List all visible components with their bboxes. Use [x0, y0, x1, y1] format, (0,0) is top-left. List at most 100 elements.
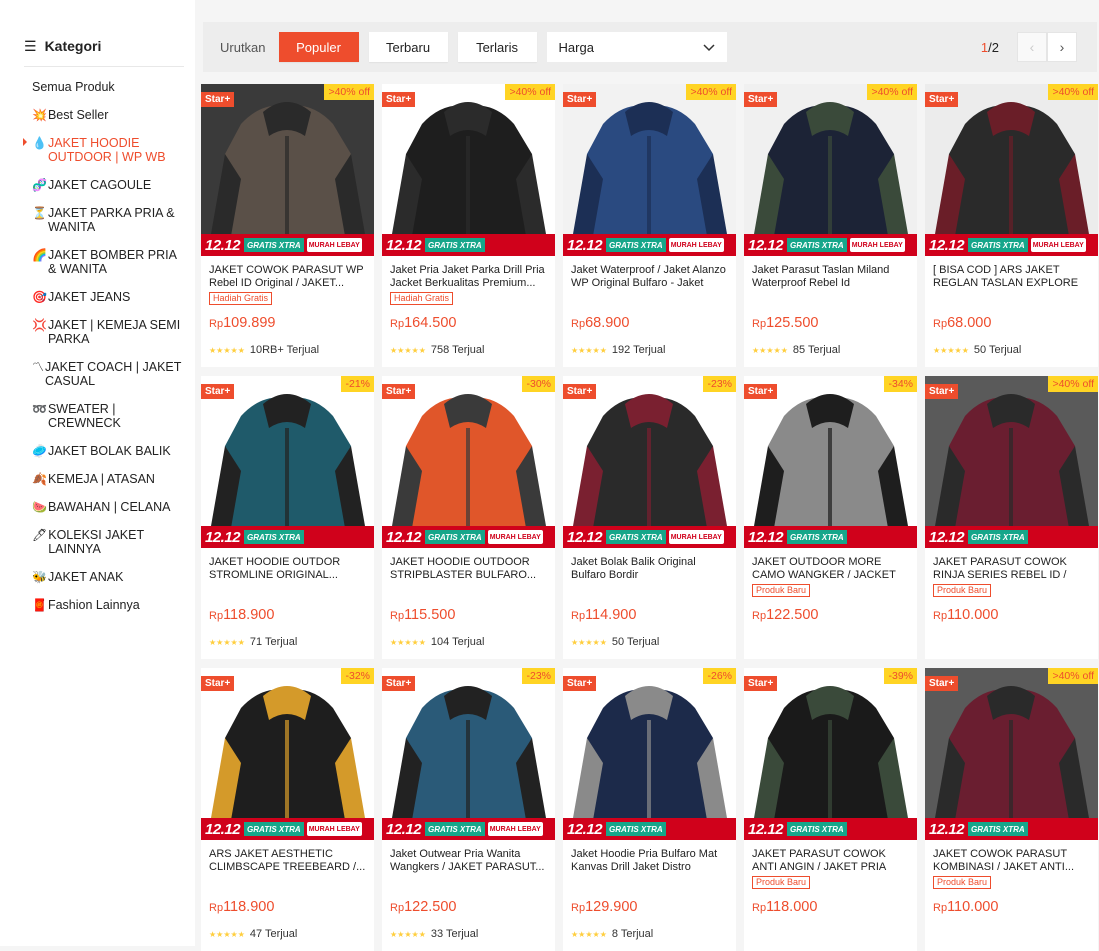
price-value: 115.500 [404, 607, 456, 623]
product-image[interactable]: Star+ >40% off 12.12 GRATIS XTRA [925, 376, 1098, 548]
product-name[interactable]: Jaket Outwear Pria Wanita Wangkers / JAK… [390, 848, 548, 874]
product-name[interactable]: Jaket Pria Jaket Parka Drill Pria Jacket… [390, 264, 548, 290]
product-card[interactable]: Star+ -30% 12.12 GRATIS XTRA MURAH LEBAY JAKE… [382, 376, 555, 659]
product-image[interactable]: Star+ >40% off 12.12 GRATIS XTRA MURAH LEBAY [563, 84, 736, 256]
product-name[interactable]: JAKET COWOK PARASUT KOMBINASI / JAKET AN… [933, 848, 1091, 874]
price-value: 122.500 [766, 607, 819, 623]
product-image[interactable]: Star+ >40% off 12.12 GRATIS XTRA [925, 668, 1098, 840]
product-card[interactable]: Star+ >40% off 12.12 GRATIS XTRA JAKET COWOK… [925, 668, 1098, 951]
product-tag: Hadiah Gratis [390, 292, 454, 305]
sidebar-item[interactable]: 🍂 KEMEJA | ATASAN [32, 472, 182, 486]
sidebar-item[interactable]: 🖊 KOLEKSI JAKET LAINNYA [32, 528, 182, 556]
product-name[interactable]: JAKET PARASUT COWOK ANTI ANGIN / JAKET P… [752, 848, 910, 874]
product-name[interactable]: Jaket Parasut Taslan Miland Waterproof R… [752, 264, 910, 290]
product-image[interactable]: Star+ -23% 12.12 GRATIS XTRA MURAH LEBAY [382, 668, 555, 840]
product-image[interactable]: Star+ -21% 12.12 GRATIS XTRA [201, 376, 374, 548]
product-card[interactable]: Star+ >40% off 12.12 GRATIS XTRA JAKET PARAS… [925, 376, 1098, 659]
promo-1212-label: 12.12 [748, 528, 784, 546]
product-card[interactable]: Star+ -32% 12.12 GRATIS XTRA MURAH LEBAY ARS … [201, 668, 374, 951]
product-card[interactable]: Star+ -23% 12.12 GRATIS XTRA MURAH LEBAY Jake… [563, 376, 736, 659]
next-page-button[interactable]: › [1047, 32, 1077, 62]
product-image[interactable]: Star+ -34% 12.12 GRATIS XTRA [744, 376, 917, 548]
sidebar-item[interactable]: 🧬 JAKET CAGOULE [32, 178, 182, 192]
gratis-xtra-badge: GRATIS XTRA [425, 530, 485, 544]
product-name[interactable]: JAKET PARASUT COWOK RINJA SERIES REBEL I… [933, 556, 1091, 582]
product-image[interactable]: Star+ -39% 12.12 GRATIS XTRA [744, 668, 917, 840]
gratis-xtra-badge: GRATIS XTRA [968, 238, 1028, 252]
sidebar-item[interactable]: ➿ SWEATER | CREWNECK [32, 402, 182, 430]
product-card[interactable]: Star+ -39% 12.12 GRATIS XTRA JAKET PARASUT C… [744, 668, 917, 951]
sidebar-item[interactable]: 🎯 JAKET JEANS [32, 290, 182, 304]
jacket-illustration [744, 84, 917, 256]
product-card[interactable]: Star+ -23% 12.12 GRATIS XTRA MURAH LEBAY Jake… [382, 668, 555, 951]
star-rating-icon: ★★★★★ [390, 345, 426, 355]
star-rating-icon: ★★★★★ [209, 345, 245, 355]
product-card[interactable]: Star+ -34% 12.12 GRATIS XTRA JAKET OUTDOOR M… [744, 376, 917, 659]
sidebar-item[interactable]: 🐝 JAKET ANAK [32, 570, 182, 584]
sidebar-item[interactable]: 💥 Best Seller [32, 108, 182, 122]
product-card[interactable]: Star+ -26% 12.12 GRATIS XTRA Jaket Hoodie Pr… [563, 668, 736, 951]
star-plus-badge: Star+ [563, 384, 597, 399]
sidebar-item[interactable]: 💧 JAKET HOODIE OUTDOOR | WP WB [23, 136, 182, 164]
product-name[interactable]: [ BISA COD ] ARS JAKET REGLAN TASLAN EXP… [933, 264, 1091, 290]
product-image[interactable]: Star+ -32% 12.12 GRATIS XTRA MURAH LEBAY [201, 668, 374, 840]
sidebar-item[interactable]: ⏳ JAKET PARKA PRIA & WANITA [32, 206, 182, 234]
product-card[interactable]: Star+ >40% off 12.12 GRATIS XTRA MURAH LEBAY… [201, 84, 374, 367]
product-name[interactable]: Jaket Waterproof / Jaket Alanzo WP Origi… [571, 264, 729, 290]
promo-1212-label: 12.12 [748, 236, 784, 254]
star-rating-icon: ★★★★★ [390, 929, 426, 939]
product-card[interactable]: Star+ >40% off 12.12 GRATIS XTRA Jaket Pria … [382, 84, 555, 367]
sidebar-item-label: JAKET BOMBER PRIA & WANITA [47, 248, 177, 276]
product-card[interactable]: Star+ -21% 12.12 GRATIS XTRA JAKET HOODIE OU… [201, 376, 374, 659]
product-price: Rp114.900 [571, 607, 636, 623]
category-emoji-icon: ⏳ [32, 206, 47, 220]
discount-badge: >40% off [1048, 376, 1098, 392]
sort-terbaru-button[interactable]: Terbaru [368, 32, 448, 62]
sidebar-item[interactable]: 🌈 JAKET BOMBER PRIA & WANITA [32, 248, 182, 276]
gratis-xtra-badge: GRATIS XTRA [968, 822, 1028, 836]
product-name[interactable]: JAKET HOODIE OUTDOOR STRIPBLASTER BULFAR… [390, 556, 548, 582]
sidebar-item[interactable]: 💢 JAKET | KEMEJA SEMI PARKA [32, 318, 182, 346]
product-image[interactable]: Star+ >40% off 12.12 GRATIS XTRA MURAH LEBAY [201, 84, 374, 256]
prev-page-button[interactable]: ‹ [1017, 32, 1047, 62]
product-image[interactable]: Star+ >40% off 12.12 GRATIS XTRA MURAH LEBAY [744, 84, 917, 256]
price-sort-select[interactable]: Harga [546, 32, 727, 62]
sidebar-item[interactable]: 〽 JAKET COACH | JAKET CASUAL [32, 360, 182, 388]
product-image[interactable]: Star+ -26% 12.12 GRATIS XTRA [563, 668, 736, 840]
product-name[interactable]: Jaket Bolak Balik Original Bulfaro Bordi… [571, 556, 729, 582]
product-name[interactable]: JAKET HOODIE OUTDOR STROMLINE ORIGINAL..… [209, 556, 367, 582]
sidebar-item[interactable]: 🧧 Fashion Lainnya [32, 598, 182, 612]
product-name[interactable]: Jaket Hoodie Pria Bulfaro Mat Kanvas Dri… [571, 848, 729, 874]
product-image[interactable]: Star+ -23% 12.12 GRATIS XTRA MURAH LEBAY [563, 376, 736, 548]
product-image[interactable]: Star+ >40% off 12.12 GRATIS XTRA MURAH LEBAY [925, 84, 1098, 256]
product-name[interactable]: ARS JAKET AESTHETIC CLIMBSCAPE TREEBEARD… [209, 848, 367, 874]
product-image[interactable]: Star+ >40% off 12.12 GRATIS XTRA [382, 84, 555, 256]
product-card[interactable]: Star+ >40% off 12.12 GRATIS XTRA MURAH LEBAY… [925, 84, 1098, 367]
category-emoji-icon: 🖊 [32, 528, 48, 542]
product-image[interactable]: Star+ -30% 12.12 GRATIS XTRA MURAH LEBAY [382, 376, 555, 548]
sidebar-item[interactable]: 🥏 JAKET BOLAK BALIK [32, 444, 182, 458]
promo-1212-label: 12.12 [386, 528, 422, 546]
promo-strip: 12.12 GRATIS XTRA MURAH LEBAY [382, 526, 555, 548]
promo-1212-label: 12.12 [567, 528, 603, 546]
product-name[interactable]: JAKET OUTDOOR MORE CAMO WANGKER / JACKET… [752, 556, 910, 582]
product-tag: Produk Baru [752, 876, 811, 889]
product-name[interactable]: JAKET COWOK PARASUT WP Rebel ID Original… [209, 264, 367, 290]
product-card[interactable]: Star+ >40% off 12.12 GRATIS XTRA MURAH LEBAY… [563, 84, 736, 367]
sort-populer-button[interactable]: Populer [278, 32, 359, 62]
currency-label: Rp [209, 902, 224, 914]
gratis-xtra-badge: GRATIS XTRA [787, 822, 847, 836]
promo-strip: 12.12 GRATIS XTRA [382, 234, 555, 256]
murah-lebay-badge: MURAH LEBAY [668, 238, 724, 252]
sidebar-item-label: JAKET BOLAK BALIK [47, 444, 171, 458]
category-emoji-icon: 🌈 [32, 248, 47, 262]
discount-badge: -30% [522, 376, 555, 392]
sold-count: 50 Terjual [973, 344, 1022, 356]
sidebar-item[interactable]: Semua Produk [32, 80, 182, 94]
product-price: Rp110.000 [933, 899, 998, 915]
star-rating-icon: ★★★★★ [752, 345, 788, 355]
sidebar-item[interactable]: 🍉 BAWAHAN | CELANA [32, 500, 182, 514]
product-card[interactable]: Star+ >40% off 12.12 GRATIS XTRA MURAH LEBAY… [744, 84, 917, 367]
sort-terlaris-button[interactable]: Terlaris [457, 32, 537, 62]
star-plus-badge: Star+ [201, 384, 235, 399]
